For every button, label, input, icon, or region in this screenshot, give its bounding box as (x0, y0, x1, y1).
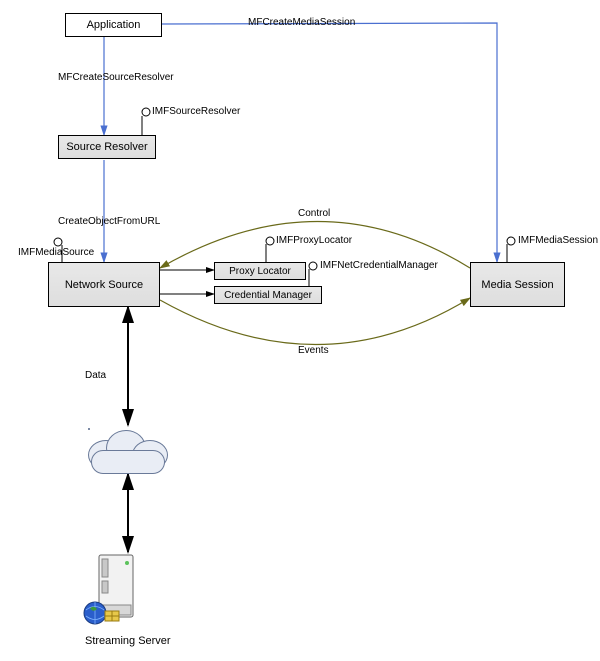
cloud-icon (88, 428, 168, 473)
iface-label-proxy-locator: IMFProxyLocator (276, 235, 352, 246)
node-label: Proxy Locator (229, 266, 291, 277)
node-media-session: Media Session (470, 262, 565, 307)
iface-label-source-resolver: IMFSourceResolver (152, 106, 240, 117)
node-credential-manager: Credential Manager (214, 286, 322, 304)
node-source-resolver: Source Resolver (58, 135, 156, 159)
node-label: Credential Manager (224, 290, 312, 301)
edge-label-create-source-resolver: MFCreateSourceResolver (58, 72, 174, 83)
node-label: Media Session (481, 279, 553, 291)
edge-label-create-object-from-url: CreateObjectFromURL (58, 216, 160, 227)
server-icon (84, 555, 133, 624)
node-label: Application (87, 19, 141, 31)
iface-label-net-credential-manager: IMFNetCredentialManager (320, 260, 438, 271)
edge-label-control: Control (298, 208, 330, 219)
edge-label-events: Events (298, 345, 329, 356)
node-label: Network Source (65, 279, 143, 291)
iface-label-media-source: IMFMediaSource (18, 247, 94, 258)
node-label: Source Resolver (66, 141, 147, 153)
edge-label-create-media-session: MFCreateMediaSession (248, 17, 355, 28)
node-application: Application (65, 13, 162, 37)
iface-label-media-session: IMFMediaSession (518, 235, 598, 246)
node-network-source: Network Source (48, 262, 160, 307)
node-proxy-locator: Proxy Locator (214, 262, 306, 280)
edge-label-data: Data (85, 370, 106, 381)
node-label-streaming-server: Streaming Server (85, 635, 171, 647)
